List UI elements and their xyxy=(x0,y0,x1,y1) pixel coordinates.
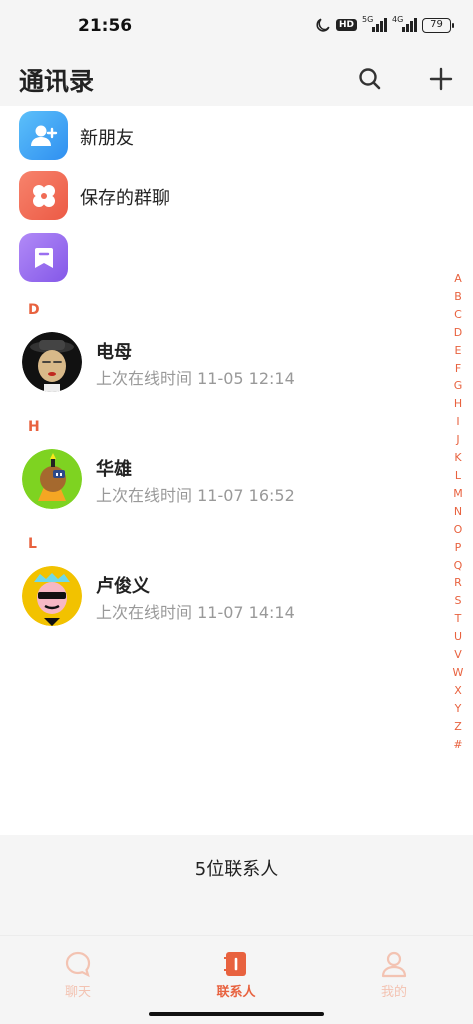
bottom-nav: 聊天 联系人 我的 xyxy=(0,935,473,1005)
alphabet-index-letter[interactable]: M xyxy=(453,485,463,503)
contact-list: 新朋友 保存的群聊 D 电母 上次在线时间 11-05 12:14 H 华雄 上… xyxy=(0,106,473,835)
app-header: 通讯录 xyxy=(0,54,473,106)
alphabet-index-letter[interactable]: K xyxy=(454,449,461,467)
saved-groups-item[interactable]: 保存的群聊 xyxy=(0,166,440,224)
alphabet-index-letter[interactable]: U xyxy=(454,628,462,646)
alphabet-index-letter[interactable]: # xyxy=(453,736,462,754)
contact-name: 华雄 xyxy=(96,459,132,480)
contact-name: 卢俊义 xyxy=(96,576,150,597)
new-friends-item[interactable]: 新朋友 xyxy=(0,106,440,164)
page-title: 通讯录 xyxy=(19,67,95,96)
tab-me[interactable]: 我的 xyxy=(344,936,444,1006)
alphabet-index[interactable]: A B C D E F G H I J K L M N O P Q R S T U V W X Y Z # xyxy=(451,270,465,753)
new-friends-label: 新朋友 xyxy=(80,128,134,149)
contact-last-online: 上次在线时间 11-07 16:52 xyxy=(96,486,295,505)
tab-chat[interactable]: 聊天 xyxy=(28,936,128,1006)
alphabet-index-letter[interactable]: H xyxy=(454,395,462,413)
tab-contacts-label: 联系人 xyxy=(216,985,256,1000)
moon-icon xyxy=(316,18,330,32)
contact-last-online: 上次在线时间 11-05 12:14 xyxy=(96,369,295,388)
battery-icon: 79 xyxy=(422,17,454,33)
alphabet-index-letter[interactable]: W xyxy=(453,664,464,682)
section-header-d: D xyxy=(28,302,40,318)
contact-count: 5位联系人 xyxy=(194,859,279,880)
chat-bubble-icon xyxy=(65,951,91,978)
hd-badge: HD xyxy=(335,19,357,31)
alphabet-index-letter[interactable]: Q xyxy=(454,557,463,575)
signal-5g-icon: 5G xyxy=(362,15,387,32)
status-icons: HD 5G 4G 79 xyxy=(315,15,454,33)
alphabet-index-letter[interactable]: Y xyxy=(455,700,462,718)
alphabet-index-letter[interactable]: P xyxy=(455,539,462,557)
bookmark-icon xyxy=(19,233,68,282)
alphabet-index-letter[interactable]: F xyxy=(455,360,461,378)
status-time: 21:56 xyxy=(78,16,133,36)
flower-icon xyxy=(19,171,68,220)
tab-chat-label: 聊天 xyxy=(64,985,91,1000)
alphabet-index-letter[interactable]: J xyxy=(456,431,459,449)
status-bar: 21:56 HD 5G 4G 79 xyxy=(0,0,473,54)
alphabet-index-letter[interactable]: N xyxy=(454,503,462,521)
search-icon xyxy=(359,68,381,90)
alphabet-index-letter[interactable]: E xyxy=(455,342,462,360)
alphabet-index-letter[interactable]: G xyxy=(454,377,463,395)
contacts-book-icon xyxy=(224,952,246,976)
alphabet-index-letter[interactable]: V xyxy=(454,646,462,664)
add-user-icon xyxy=(19,111,68,160)
person-icon xyxy=(381,951,407,978)
search-button[interactable] xyxy=(355,64,385,94)
add-button[interactable] xyxy=(426,64,456,94)
alphabet-index-letter[interactable]: L xyxy=(455,467,461,485)
saved-groups-label: 保存的群聊 xyxy=(80,188,170,209)
contact-row[interactable]: 卢俊义 上次在线时间 11-07 14:14 xyxy=(0,566,440,636)
alphabet-index-letter[interactable]: X xyxy=(454,682,462,700)
avatar xyxy=(22,332,82,392)
alphabet-index-letter[interactable]: I xyxy=(456,413,459,431)
section-header-l: L xyxy=(28,536,37,552)
alphabet-index-letter[interactable]: C xyxy=(454,306,462,324)
contact-row[interactable]: 电母 上次在线时间 11-05 12:14 xyxy=(0,332,440,402)
contact-count-footer: 5位联系人 xyxy=(0,835,473,935)
contact-last-online: 上次在线时间 11-07 14:14 xyxy=(96,603,295,622)
alphabet-index-letter[interactable]: A xyxy=(454,270,462,288)
contact-name: 电母 xyxy=(96,342,132,363)
tab-me-label: 我的 xyxy=(380,985,407,1000)
signal-4g-icon: 4G xyxy=(392,15,417,32)
alphabet-index-letter[interactable]: S xyxy=(455,592,462,610)
alphabet-index-letter[interactable]: Z xyxy=(454,718,462,736)
home-indicator xyxy=(149,1012,324,1016)
tab-contacts[interactable]: 联系人 xyxy=(186,936,286,1006)
section-header-h: H xyxy=(28,419,40,435)
alphabet-index-letter[interactable]: B xyxy=(454,288,462,306)
alphabet-index-letter[interactable]: T xyxy=(455,610,462,628)
bookmark-item[interactable] xyxy=(0,228,440,286)
contact-row[interactable]: 华雄 上次在线时间 11-07 16:52 xyxy=(0,449,440,519)
alphabet-index-letter[interactable]: D xyxy=(454,324,462,342)
alphabet-index-letter[interactable]: R xyxy=(454,574,462,592)
avatar xyxy=(22,449,82,509)
avatar xyxy=(22,566,82,626)
alphabet-index-letter[interactable]: O xyxy=(454,521,463,539)
plus-icon xyxy=(429,67,453,91)
